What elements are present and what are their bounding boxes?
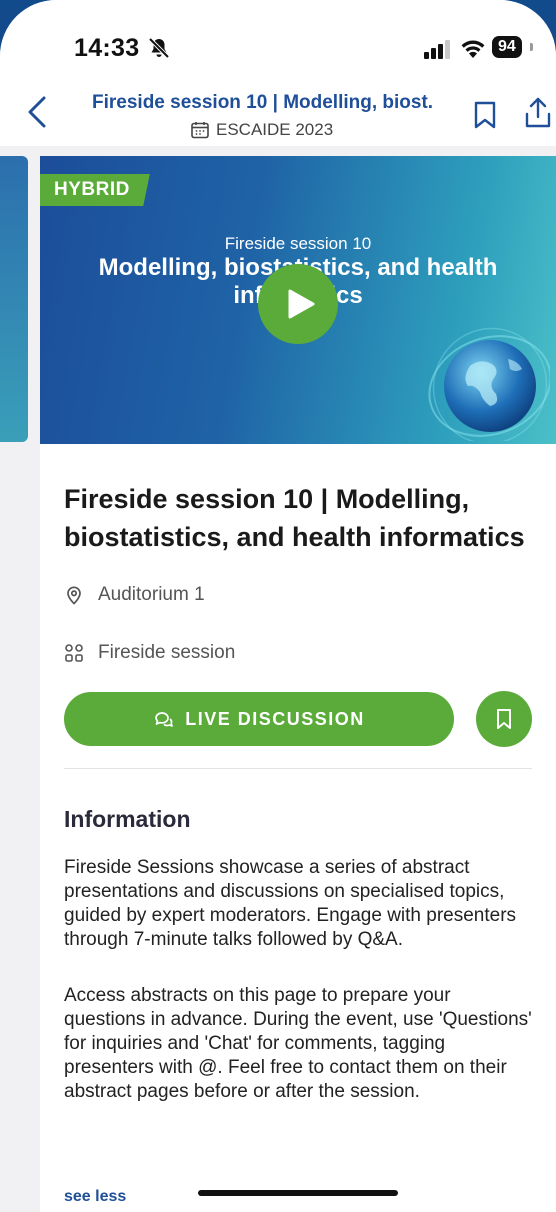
bookmark-icon[interactable] bbox=[472, 100, 498, 130]
share-icon[interactable] bbox=[522, 96, 554, 130]
page-title: Fireside session 10 | Modelling, biost..… bbox=[92, 92, 432, 113]
nav-header: Fireside session 10 | Modelling, biost..… bbox=[0, 82, 556, 147]
hybrid-badge: HYBRID bbox=[40, 174, 150, 206]
status-time: 14:33 bbox=[74, 34, 140, 62]
battery-level: 94 bbox=[492, 36, 522, 58]
bell-slash-icon bbox=[148, 37, 170, 59]
category-grid-icon bbox=[65, 644, 83, 662]
save-session-button[interactable] bbox=[476, 691, 532, 747]
live-discussion-button[interactable]: LIVE DISCUSSION bbox=[64, 692, 454, 746]
information-paragraph-2: Access abstracts on this page to prepare… bbox=[64, 985, 532, 1102]
status-bar: 14:33 94 bbox=[0, 0, 556, 82]
location-pin-icon bbox=[67, 586, 81, 605]
information-heading: Information bbox=[64, 806, 191, 832]
event-label: ESCAIDE 2023 bbox=[190, 120, 333, 140]
session-banner: HYBRID Fireside session 10 Modelling, bi… bbox=[40, 156, 556, 444]
session-card: HYBRID Fireside session 10 Modelling, bi… bbox=[40, 156, 556, 1212]
session-title: Fireside session 10 | Modelling, biostat… bbox=[64, 484, 525, 552]
session-type-text: Fireside session bbox=[98, 642, 236, 663]
location-text: Auditorium 1 bbox=[98, 584, 205, 605]
see-less-link[interactable]: see less bbox=[64, 1188, 126, 1206]
previous-card-peek[interactable] bbox=[0, 156, 28, 442]
play-video-button[interactable] bbox=[258, 264, 338, 344]
calendar-icon bbox=[191, 122, 209, 139]
section-divider bbox=[64, 768, 532, 769]
event-name: ESCAIDE 2023 bbox=[216, 120, 334, 139]
signal-icon bbox=[424, 40, 450, 59]
session-type: Fireside session bbox=[64, 642, 235, 664]
play-icon bbox=[288, 289, 314, 319]
banner-subtitle: Fireside session 10 bbox=[224, 234, 372, 253]
chat-icon bbox=[155, 712, 174, 727]
bookmark-icon bbox=[497, 709, 511, 729]
home-indicator[interactable] bbox=[198, 1190, 398, 1196]
app-screen: 14:33 94 Fireside session 10 | Modelling… bbox=[0, 0, 556, 1212]
live-discussion-label: LIVE DISCUSSION bbox=[185, 708, 365, 729]
content-area: HYBRID Fireside session 10 Modelling, bi… bbox=[0, 146, 556, 1212]
battery-tip bbox=[530, 43, 533, 51]
session-location: Auditorium 1 bbox=[64, 584, 205, 606]
phone-frame: 14:33 94 Fireside session 10 | Modelling… bbox=[0, 0, 556, 1212]
information-paragraph-1: Fireside Sessions showcase a series of a… bbox=[64, 857, 517, 950]
wifi-icon bbox=[461, 40, 485, 58]
back-chevron-icon[interactable] bbox=[24, 94, 50, 130]
globe-graphic bbox=[428, 327, 550, 441]
